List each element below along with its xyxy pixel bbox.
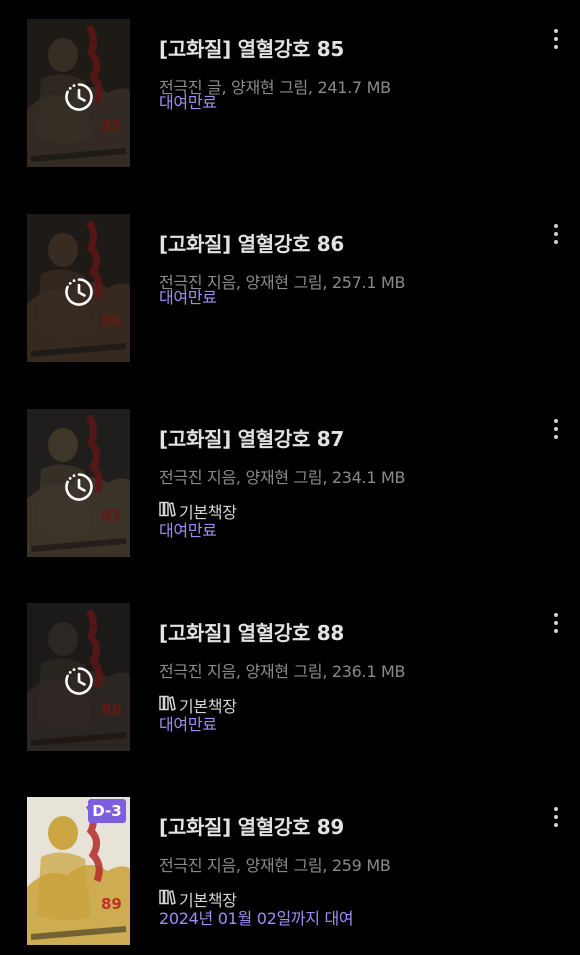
book-title: [고화질] 열혈강호 89 (159, 815, 344, 839)
rental-expired-clock-icon (65, 83, 93, 111)
book-title: [고화질] 열혈강호 88 (159, 621, 344, 645)
book-cover[interactable]: 87 (27, 409, 130, 557)
more-options-button[interactable] (540, 415, 572, 455)
bookshelf-icon (159, 695, 176, 711)
book-title: [고화질] 열혈강호 87 (159, 427, 344, 451)
book-list-item[interactable]: 88 [고화질] 열혈강호 88 전극진 지음, 양재현 그림, 236.1 MB 기… (0, 603, 580, 753)
book-cover[interactable]: 89 D-3 (27, 797, 130, 945)
d-day-badge: D-3 (88, 799, 126, 823)
book-list-item[interactable]: 86 [고화질] 열혈강호 86 전극진 지음, 양재현 그림, 257.1 MB 대… (0, 214, 580, 364)
more-options-button[interactable] (540, 803, 572, 843)
book-cover[interactable]: 86 (27, 214, 130, 362)
book-cover[interactable]: 88 (27, 603, 130, 751)
rental-due-status: 2024년 01월 02일까지 대여 (159, 909, 354, 928)
more-options-button[interactable] (540, 609, 572, 649)
book-list-item[interactable]: 89 D-3 [고화질] 열혈강호 89 전극진 지음, 양재현 그림, 259 MB… (0, 797, 580, 947)
book-meta: 전극진 지음, 양재현 그림, 259 MB (159, 856, 391, 875)
book-cover[interactable]: 85 (27, 19, 130, 167)
book-meta: 전극진 지음, 양재현 그림, 236.1 MB (159, 662, 406, 681)
book-list: 85 [고화질] 열혈강호 85 전극진 글, 양재현 그림, 241.7 MB 대여… (0, 0, 580, 955)
rental-expired-clock-icon (65, 667, 93, 695)
cover-volume-number: 89 (101, 895, 122, 913)
rental-expired-status: 대여만료 (159, 715, 217, 734)
rental-expired-clock-icon (65, 278, 93, 306)
book-list-item[interactable]: 85 [고화질] 열혈강호 85 전극진 글, 양재현 그림, 241.7 MB 대여… (0, 19, 580, 169)
book-title: [고화질] 열혈강호 85 (159, 37, 344, 61)
book-list-item[interactable]: 87 [고화질] 열혈강호 87 전극진 지음, 양재현 그림, 234.1 MB 기… (0, 409, 580, 559)
bookshelf-icon (159, 501, 176, 517)
book-title: [고화질] 열혈강호 86 (159, 232, 344, 256)
rental-expired-status: 대여만료 (159, 521, 217, 540)
more-options-button[interactable] (540, 220, 572, 260)
rental-expired-clock-icon (65, 473, 93, 501)
rental-expired-status: 대여만료 (159, 93, 217, 112)
book-meta: 전극진 지음, 양재현 그림, 234.1 MB (159, 468, 406, 487)
bookshelf-icon (159, 889, 176, 905)
rental-expired-status: 대여만료 (159, 288, 217, 307)
more-options-button[interactable] (540, 25, 572, 65)
